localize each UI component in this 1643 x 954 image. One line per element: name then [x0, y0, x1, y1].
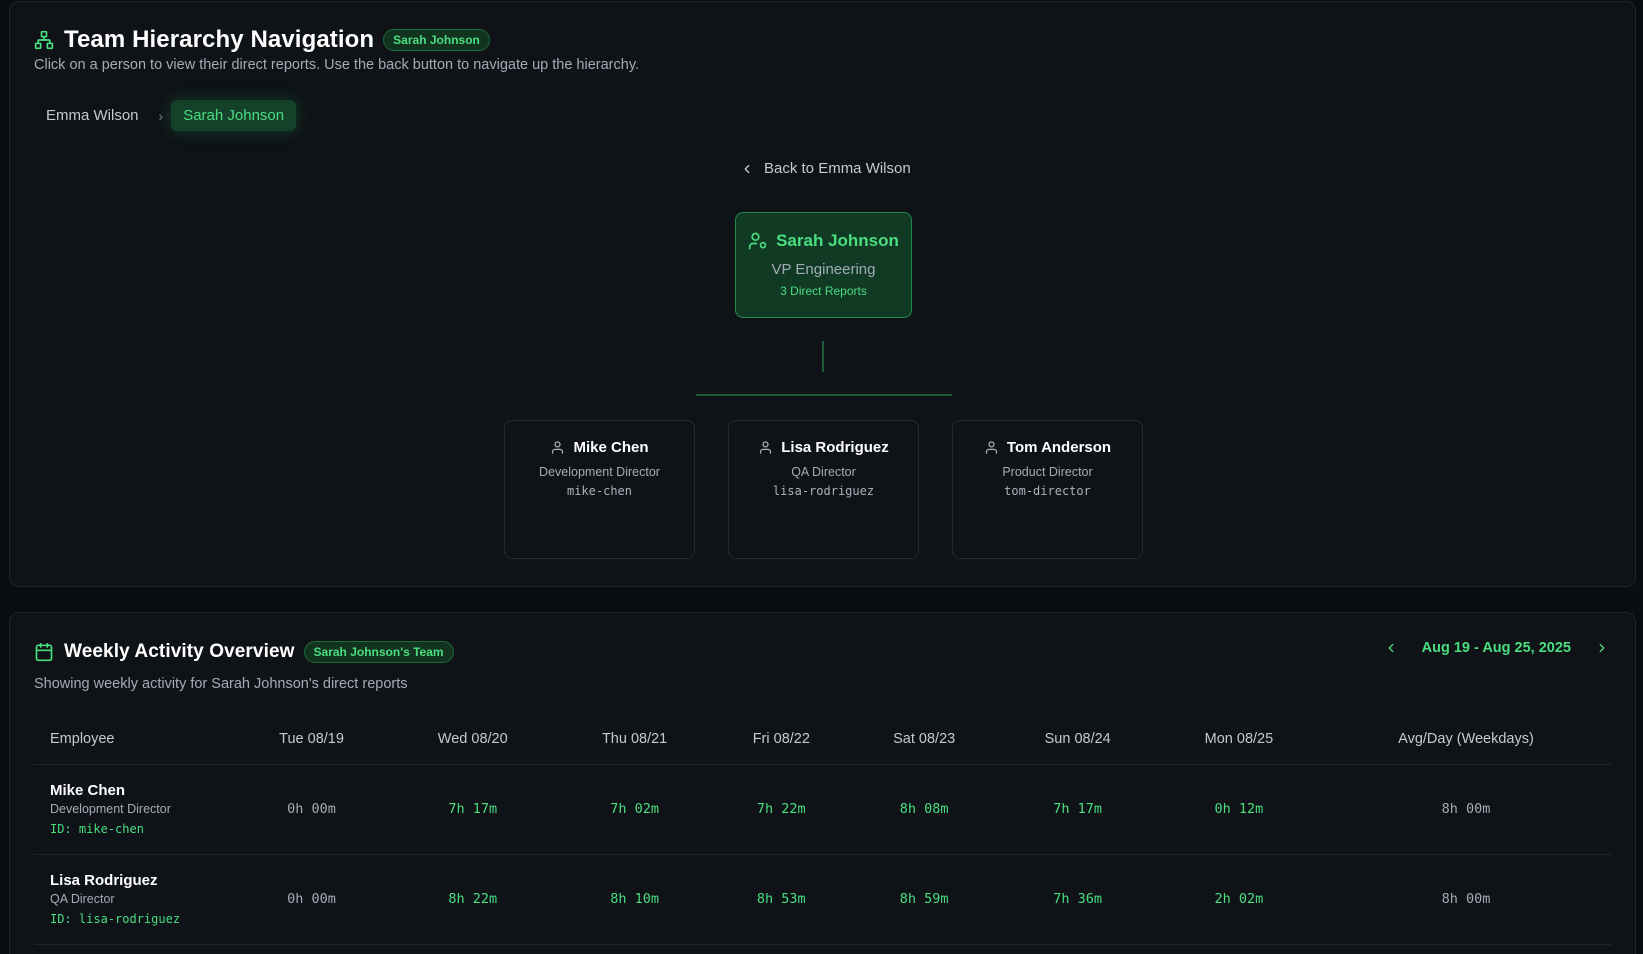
root-person-name: Sarah Johnson	[776, 231, 899, 250]
column-header: Sun 08/24	[998, 714, 1157, 765]
back-button-label: Back to Emma Wilson	[764, 160, 911, 177]
time-cell: 0h 00m	[234, 854, 390, 945]
chevron-left-icon	[1388, 643, 1394, 653]
next-week-button[interactable]	[1595, 641, 1609, 655]
employee-name: Mike Chen	[50, 782, 126, 799]
child-role: QA Director	[791, 465, 856, 479]
breadcrumb: Emma Wilson › Sarah Johnson	[34, 100, 297, 131]
column-header: Sat 08/23	[849, 714, 999, 765]
root-person-card[interactable]: Sarah Johnson VP Engineering 3 Direct Re…	[735, 212, 912, 318]
employee-cell: Mike Chen Development Director ID: mike-…	[34, 764, 234, 855]
employee-id: ID: mike-chen	[50, 822, 144, 836]
time-cell: 7h 17m	[998, 764, 1157, 855]
team-badge: Sarah Johnson's Team	[303, 641, 454, 663]
time-cell: 8h 10m	[556, 854, 713, 945]
time-cell: 8h 59m	[849, 854, 999, 945]
child-id: tom-director	[1004, 484, 1091, 498]
weekly-subtitle: Showing weekly activity for Sarah Johnso…	[34, 676, 408, 692]
connector-horizontal	[696, 394, 952, 396]
hierarchy-header: Team Hierarchy Navigation Sarah Johnson	[34, 26, 490, 54]
child-role: Product Director	[1002, 465, 1093, 479]
column-header: Tue 08/19	[234, 714, 390, 765]
child-card-tom-anderson[interactable]: Tom Anderson Product Director tom-direct…	[952, 420, 1143, 559]
weekly-activity-panel: Weekly Activity Overview Sarah Johnson's…	[9, 612, 1636, 954]
time-cell: 8h 53m	[712, 854, 850, 945]
calendar-icon	[34, 642, 54, 662]
table-row: Mike Chen Development Director ID: mike-…	[34, 764, 1611, 855]
time-cell: 8h 22m	[389, 854, 557, 945]
breadcrumb-item-sarah-johnson[interactable]: Sarah Johnson	[171, 100, 297, 131]
table-header-row: Employee Tue 08/19 Wed 08/20 Thu 08/21 F…	[34, 714, 1611, 765]
weekly-header: Weekly Activity Overview Sarah Johnson's…	[34, 641, 454, 663]
chevron-right-icon: ›	[158, 107, 164, 124]
table-row: Lisa Rodriguez QA Director ID: lisa-rodr…	[34, 854, 1611, 945]
time-cell: 7h 36m	[998, 854, 1157, 945]
previous-week-button[interactable]	[1384, 641, 1398, 655]
column-header: Fri 08/22	[712, 714, 850, 765]
child-card-mike-chen[interactable]: Mike Chen Development Director mike-chen	[504, 420, 695, 559]
chevron-right-icon	[1599, 643, 1605, 653]
employee-name: Lisa Rodriguez	[50, 872, 158, 889]
current-person-badge: Sarah Johnson	[383, 29, 490, 51]
employee-role: Development Director	[50, 802, 171, 816]
time-cell: 7h 22m	[712, 764, 850, 855]
hierarchy-panel: Team Hierarchy Navigation Sarah Johnson …	[9, 1, 1636, 587]
child-role: Development Director	[539, 465, 660, 479]
time-cell: 2h 02m	[1156, 854, 1321, 945]
column-header: Mon 08/25	[1156, 714, 1321, 765]
user-icon	[550, 440, 565, 455]
time-cell: 8h 08m	[849, 764, 999, 855]
column-header: Employee	[34, 714, 234, 765]
time-cell: 7h 17m	[389, 764, 557, 855]
root-person-role: VP Engineering	[771, 261, 876, 278]
week-navigator: Aug 19 - Aug 25, 2025	[1384, 640, 1609, 656]
user-icon	[758, 440, 773, 455]
avg-cell: 8h 00m	[1321, 764, 1611, 855]
employee-cell: Lisa Rodriguez QA Director ID: lisa-rodr…	[34, 854, 234, 945]
child-name: Tom Anderson	[1006, 439, 1112, 456]
avg-cell: 8h 00m	[1321, 854, 1611, 945]
time-cell: 0h 12m	[1156, 764, 1321, 855]
employee-id: ID: lisa-rodriguez	[50, 912, 181, 926]
column-header: Thu 08/21	[556, 714, 713, 765]
column-header: Wed 08/20	[389, 714, 557, 765]
child-name: Lisa Rodriguez	[781, 439, 889, 456]
connector-vertical	[822, 341, 824, 372]
employee-role: QA Director	[50, 892, 115, 906]
activity-table: Employee Tue 08/19 Wed 08/20 Thu 08/21 F…	[34, 714, 1611, 945]
child-id: lisa-rodriguez	[772, 484, 875, 498]
week-range: Aug 19 - Aug 25, 2025	[1421, 640, 1571, 656]
child-id: mike-chen	[566, 484, 633, 498]
root-direct-reports-count: 3 Direct Reports	[780, 284, 867, 298]
time-cell: 0h 00m	[234, 764, 390, 855]
child-card-lisa-rodriguez[interactable]: Lisa Rodriguez QA Director lisa-rodrigue…	[728, 420, 919, 559]
page-title: Team Hierarchy Navigation	[64, 26, 375, 53]
org-chart-icon	[34, 30, 54, 50]
time-cell: 7h 02m	[556, 764, 713, 855]
back-button[interactable]: Back to Emma Wilson	[740, 160, 911, 177]
user-cog-icon	[748, 231, 768, 251]
child-name: Mike Chen	[573, 439, 649, 456]
hierarchy-subtitle: Click on a person to view their direct r…	[34, 57, 640, 73]
chevron-left-icon	[740, 162, 754, 176]
column-header: Avg/Day (Weekdays)	[1321, 714, 1611, 765]
breadcrumb-item-emma-wilson[interactable]: Emma Wilson	[34, 100, 151, 131]
weekly-title: Weekly Activity Overview	[64, 641, 295, 662]
user-icon	[984, 440, 999, 455]
